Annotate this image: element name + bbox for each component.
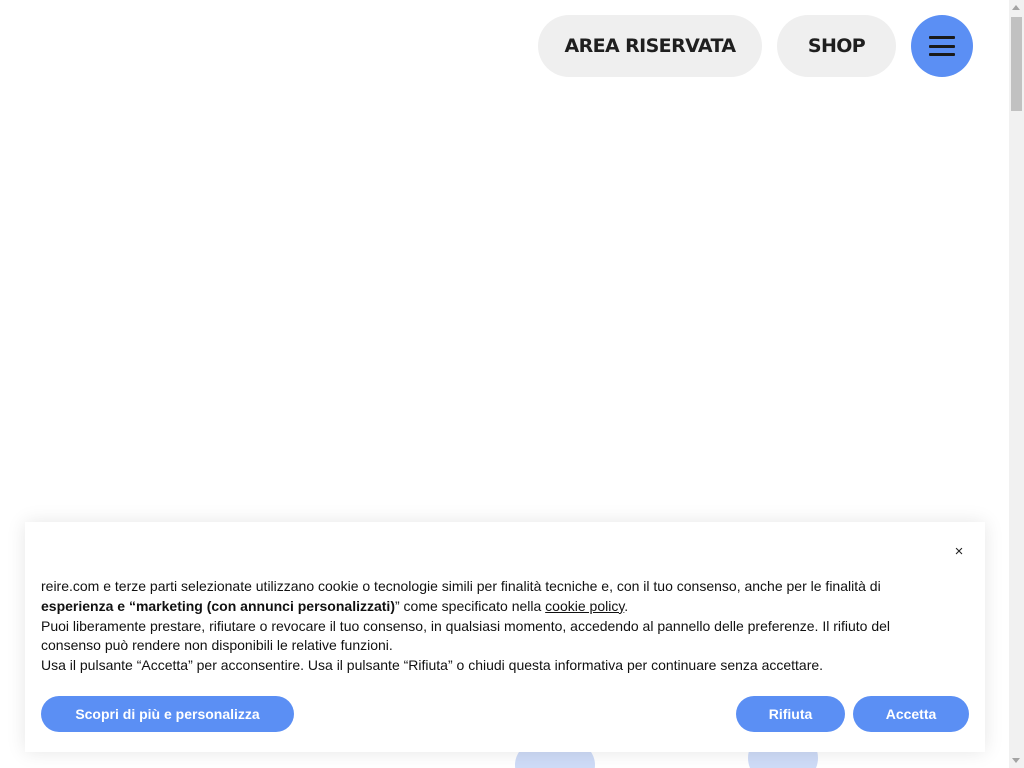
scroll-down-arrow-icon[interactable]: [1012, 758, 1020, 763]
reserved-area-label: AREA RISERVATA: [564, 35, 736, 57]
learn-more-customize-button[interactable]: Scopri di più e personalizza: [41, 696, 294, 732]
menu-button[interactable]: [911, 15, 973, 77]
cookie-policy-link[interactable]: cookie policy: [545, 598, 624, 614]
cookie-line-1: reire.com e terze parti selezionate util…: [41, 578, 881, 594]
cookie-consent-banner: × reire.com e terze parti selezionate ut…: [25, 522, 985, 752]
hamburger-menu-icon: [929, 36, 955, 56]
cookie-notice-text: reire.com e terze parti selezionate util…: [41, 577, 946, 676]
scroll-up-arrow-icon[interactable]: [1012, 5, 1020, 10]
cookie-paragraph-1: reire.com e terze parti selezionate util…: [41, 577, 946, 617]
cookie-paragraph-2: Puoi liberamente prestare, rifiutare o r…: [41, 617, 891, 654]
vertical-scrollbar[interactable]: [1009, 0, 1024, 768]
cookie-paragraph-3: Usa il pulsante “Accetta” per acconsenti…: [41, 657, 824, 674]
shop-label: SHOP: [807, 35, 866, 57]
cookie-line-2-end: .: [624, 597, 629, 614]
cookie-bold-purposes: esperienza e “marketing (con annunci per…: [41, 597, 395, 614]
accept-button[interactable]: Accetta: [853, 696, 969, 732]
reject-button[interactable]: Rifiuta: [736, 696, 845, 732]
close-icon[interactable]: ×: [951, 544, 967, 560]
scrollbar-thumb[interactable]: [1011, 17, 1022, 111]
cookie-line-2: ” come specificato nella: [394, 597, 546, 614]
reserved-area-button[interactable]: AREA RISERVATA: [538, 15, 762, 77]
page: AREA RISERVATA SHOP × reire.com e terze …: [0, 0, 1024, 768]
shop-button[interactable]: SHOP: [777, 15, 896, 77]
